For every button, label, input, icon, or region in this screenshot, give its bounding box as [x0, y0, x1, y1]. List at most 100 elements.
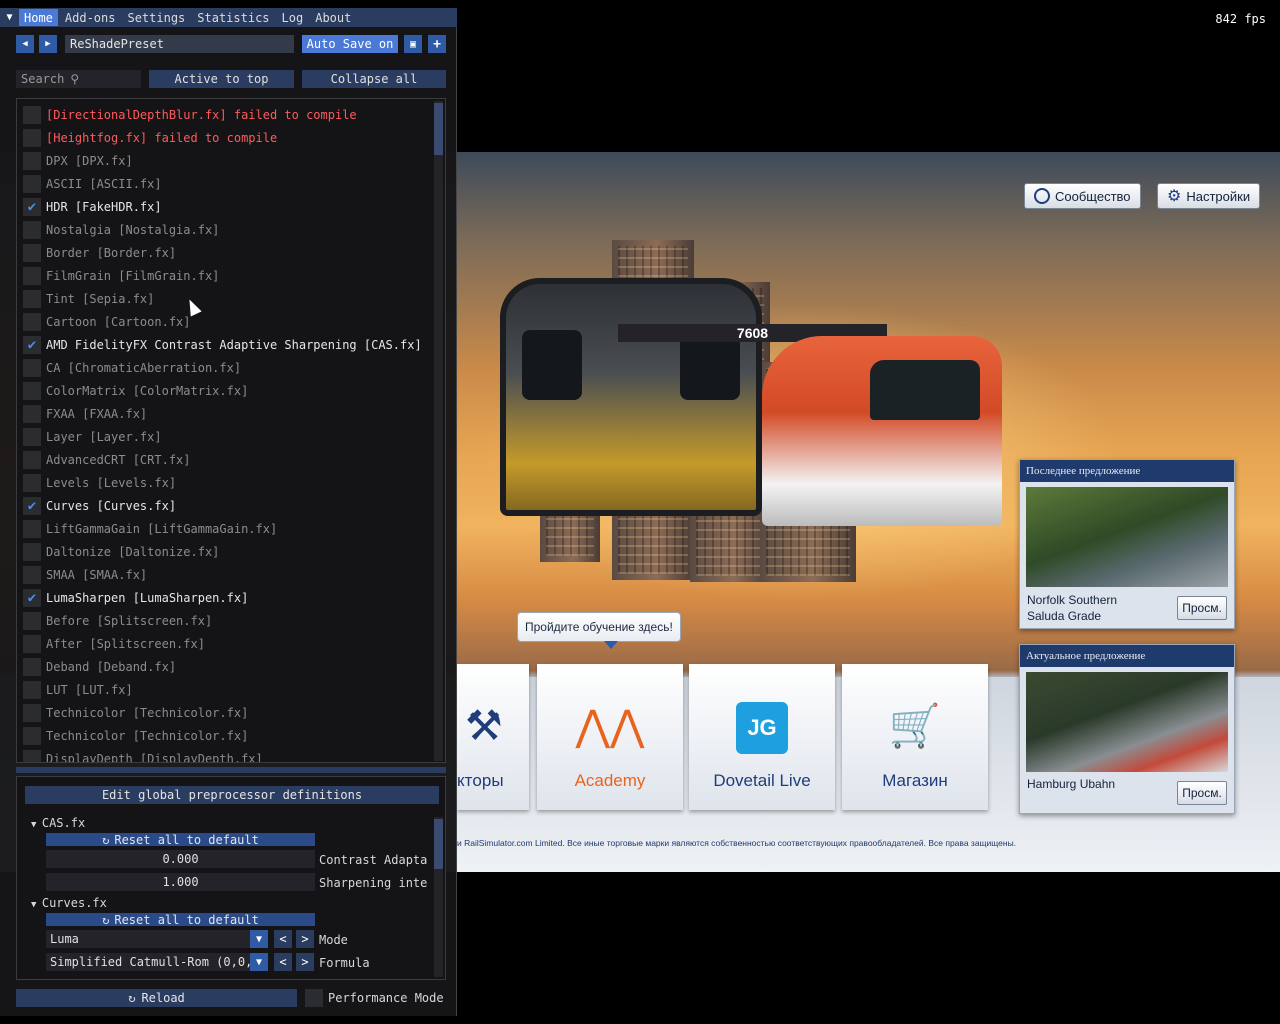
effect-row[interactable]: Nostalgia [Nostalgia.fx]: [23, 221, 219, 239]
effect-row[interactable]: Daltonize [Daltonize.fx]: [23, 543, 219, 561]
tab-settings[interactable]: Settings: [122, 9, 190, 26]
effect-row[interactable]: Layer [Layer.fx]: [23, 428, 162, 446]
effect-checkbox[interactable]: [23, 244, 41, 262]
effect-checkbox[interactable]: [23, 129, 41, 147]
tab-add-ons[interactable]: Add-ons: [60, 9, 121, 26]
tile-store[interactable]: 🛒 Магазин: [842, 664, 988, 810]
effect-row[interactable]: [DirectionalDepthBlur.fx] failed to comp…: [23, 106, 357, 124]
collapse-icon[interactable]: ▼: [0, 8, 19, 27]
effect-row[interactable]: DPX [DPX.fx]: [23, 152, 133, 170]
tutorial-tooltip[interactable]: Пройдите обучение здесь!: [517, 612, 681, 649]
effect-row[interactable]: FilmGrain [FilmGrain.fx]: [23, 267, 219, 285]
effect-row[interactable]: CA [ChromaticAberration.fx]: [23, 359, 241, 377]
current-offer-view-button[interactable]: Просм.: [1177, 781, 1227, 805]
effect-checkbox[interactable]: [23, 520, 41, 538]
effect-checkbox[interactable]: [23, 267, 41, 285]
effect-row[interactable]: Deband [Deband.fx]: [23, 658, 176, 676]
effect-row[interactable]: LUT [LUT.fx]: [23, 681, 133, 699]
effect-row[interactable]: FXAA [FXAA.fx]: [23, 405, 147, 423]
effect-checkbox[interactable]: [23, 750, 41, 762]
effect-row[interactable]: Cartoon [Cartoon.fx]: [23, 313, 191, 331]
effect-row[interactable]: ✔ AMD FidelityFX Contrast Adaptive Sharpe…: [23, 336, 422, 354]
cas-section-header[interactable]: CAS.fx: [31, 816, 85, 830]
cas-reset-button[interactable]: ↻ Reset all to default: [46, 833, 315, 847]
effect-row[interactable]: ✔ HDR [FakeHDR.fx]: [23, 198, 162, 216]
parameters-scrollbar[interactable]: [434, 817, 443, 977]
community-button[interactable]: Сообщество: [1024, 183, 1141, 209]
formula-prev-button[interactable]: <: [274, 953, 292, 971]
preset-name-field[interactable]: ReShadePreset: [65, 35, 294, 53]
curves-section-header[interactable]: Curves.fx: [31, 896, 107, 910]
search-input[interactable]: Search ⚲: [16, 70, 141, 88]
current-offer-card[interactable]: Актуальное предложение Hamburg Ubahn Про…: [1019, 644, 1235, 814]
effect-checkbox[interactable]: ✔: [23, 336, 41, 354]
effect-checkbox[interactable]: [23, 152, 41, 170]
effect-checkbox[interactable]: [23, 566, 41, 584]
effect-checkbox[interactable]: [23, 543, 41, 561]
effect-checkbox[interactable]: ✔: [23, 198, 41, 216]
curves-reset-button[interactable]: ↻ Reset all to default: [46, 913, 315, 927]
effect-checkbox[interactable]: [23, 382, 41, 400]
effect-checkbox[interactable]: [23, 681, 41, 699]
effect-checkbox[interactable]: ✔: [23, 589, 41, 607]
effect-row[interactable]: After [Splitscreen.fx]: [23, 635, 205, 653]
settings-button[interactable]: ⚙ Настройки: [1157, 183, 1261, 209]
effect-list[interactable]: [DirectionalDepthBlur.fx] failed to comp…: [16, 98, 446, 763]
next-preset-button[interactable]: ▶: [39, 35, 57, 53]
tab-statistics[interactable]: Statistics: [192, 9, 274, 26]
edit-global-preprocessor-button[interactable]: Edit global preprocessor definitions: [25, 786, 439, 804]
effect-checkbox[interactable]: [23, 428, 41, 446]
effect-checkbox[interactable]: [23, 290, 41, 308]
formula-combo-arrow-icon[interactable]: ▼: [250, 953, 268, 971]
effect-row[interactable]: [Heightfog.fx] failed to compile: [23, 129, 277, 147]
tab-about[interactable]: About: [310, 9, 356, 26]
effect-checkbox[interactable]: [23, 635, 41, 653]
effect-checkbox[interactable]: [23, 221, 41, 239]
effect-checkbox[interactable]: [23, 727, 41, 745]
effect-checkbox[interactable]: [23, 704, 41, 722]
effect-checkbox[interactable]: [23, 175, 41, 193]
tile-editors[interactable]: ⚒ ктoры: [457, 664, 529, 810]
latest-offer-view-button[interactable]: Просм.: [1177, 596, 1227, 620]
mode-combo-arrow-icon[interactable]: ▼: [250, 930, 268, 948]
latest-offer-card[interactable]: Последнее предложение Norfolk Southern S…: [1019, 459, 1235, 629]
tab-home[interactable]: Home: [19, 9, 58, 26]
tile-dovetail-live[interactable]: JG Dovetail Live: [689, 664, 835, 810]
effect-row[interactable]: Before [Splitscreen.fx]: [23, 612, 212, 630]
mode-combo[interactable]: Luma: [46, 930, 268, 948]
effect-checkbox[interactable]: [23, 474, 41, 492]
formula-combo[interactable]: Simplified Catmull-Rom (0,0,1,1): [46, 953, 268, 971]
effect-row[interactable]: ColorMatrix [ColorMatrix.fx]: [23, 382, 248, 400]
mode-next-button[interactable]: >: [296, 930, 314, 948]
scrollbar-thumb[interactable]: [434, 819, 443, 869]
collapse-all-button[interactable]: Collapse all: [302, 70, 446, 88]
effect-row[interactable]: SMAA [SMAA.fx]: [23, 566, 147, 584]
panel-splitter[interactable]: [16, 767, 446, 773]
effect-row[interactable]: DisplayDepth [DisplayDepth.fx]: [23, 750, 263, 762]
effect-checkbox[interactable]: [23, 313, 41, 331]
effect-checkbox[interactable]: [23, 658, 41, 676]
effect-row[interactable]: ✔ LumaSharpen [LumaSharpen.fx]: [23, 589, 248, 607]
effect-row[interactable]: Technicolor [Technicolor.fx]: [23, 727, 248, 745]
add-preset-button[interactable]: +: [428, 35, 446, 53]
effect-list-scrollbar[interactable]: [434, 101, 443, 761]
effect-checkbox[interactable]: [23, 451, 41, 469]
effect-row[interactable]: ✔ Curves [Curves.fx]: [23, 497, 176, 515]
mode-prev-button[interactable]: <: [274, 930, 292, 948]
effect-row[interactable]: ASCII [ASCII.fx]: [23, 175, 162, 193]
reload-button[interactable]: ↻ Reload: [16, 989, 297, 1007]
effect-row[interactable]: Technicolor [Technicolor.fx]: [23, 704, 248, 722]
effect-checkbox[interactable]: [23, 359, 41, 377]
active-to-top-button[interactable]: Active to top: [149, 70, 294, 88]
contrast-adaptation-slider[interactable]: 0.000: [46, 850, 315, 868]
effect-row[interactable]: AdvancedCRT [CRT.fx]: [23, 451, 191, 469]
effect-checkbox[interactable]: [23, 612, 41, 630]
scrollbar-thumb[interactable]: [434, 103, 443, 155]
tab-log[interactable]: Log: [277, 9, 309, 26]
performance-mode-checkbox[interactable]: [305, 989, 323, 1007]
auto-save-toggle[interactable]: Auto Save on: [302, 35, 398, 53]
effect-checkbox[interactable]: [23, 106, 41, 124]
prev-preset-button[interactable]: ◀: [16, 35, 34, 53]
effect-row[interactable]: LiftGammaGain [LiftGammaGain.fx]: [23, 520, 277, 538]
effect-row[interactable]: Levels [Levels.fx]: [23, 474, 176, 492]
